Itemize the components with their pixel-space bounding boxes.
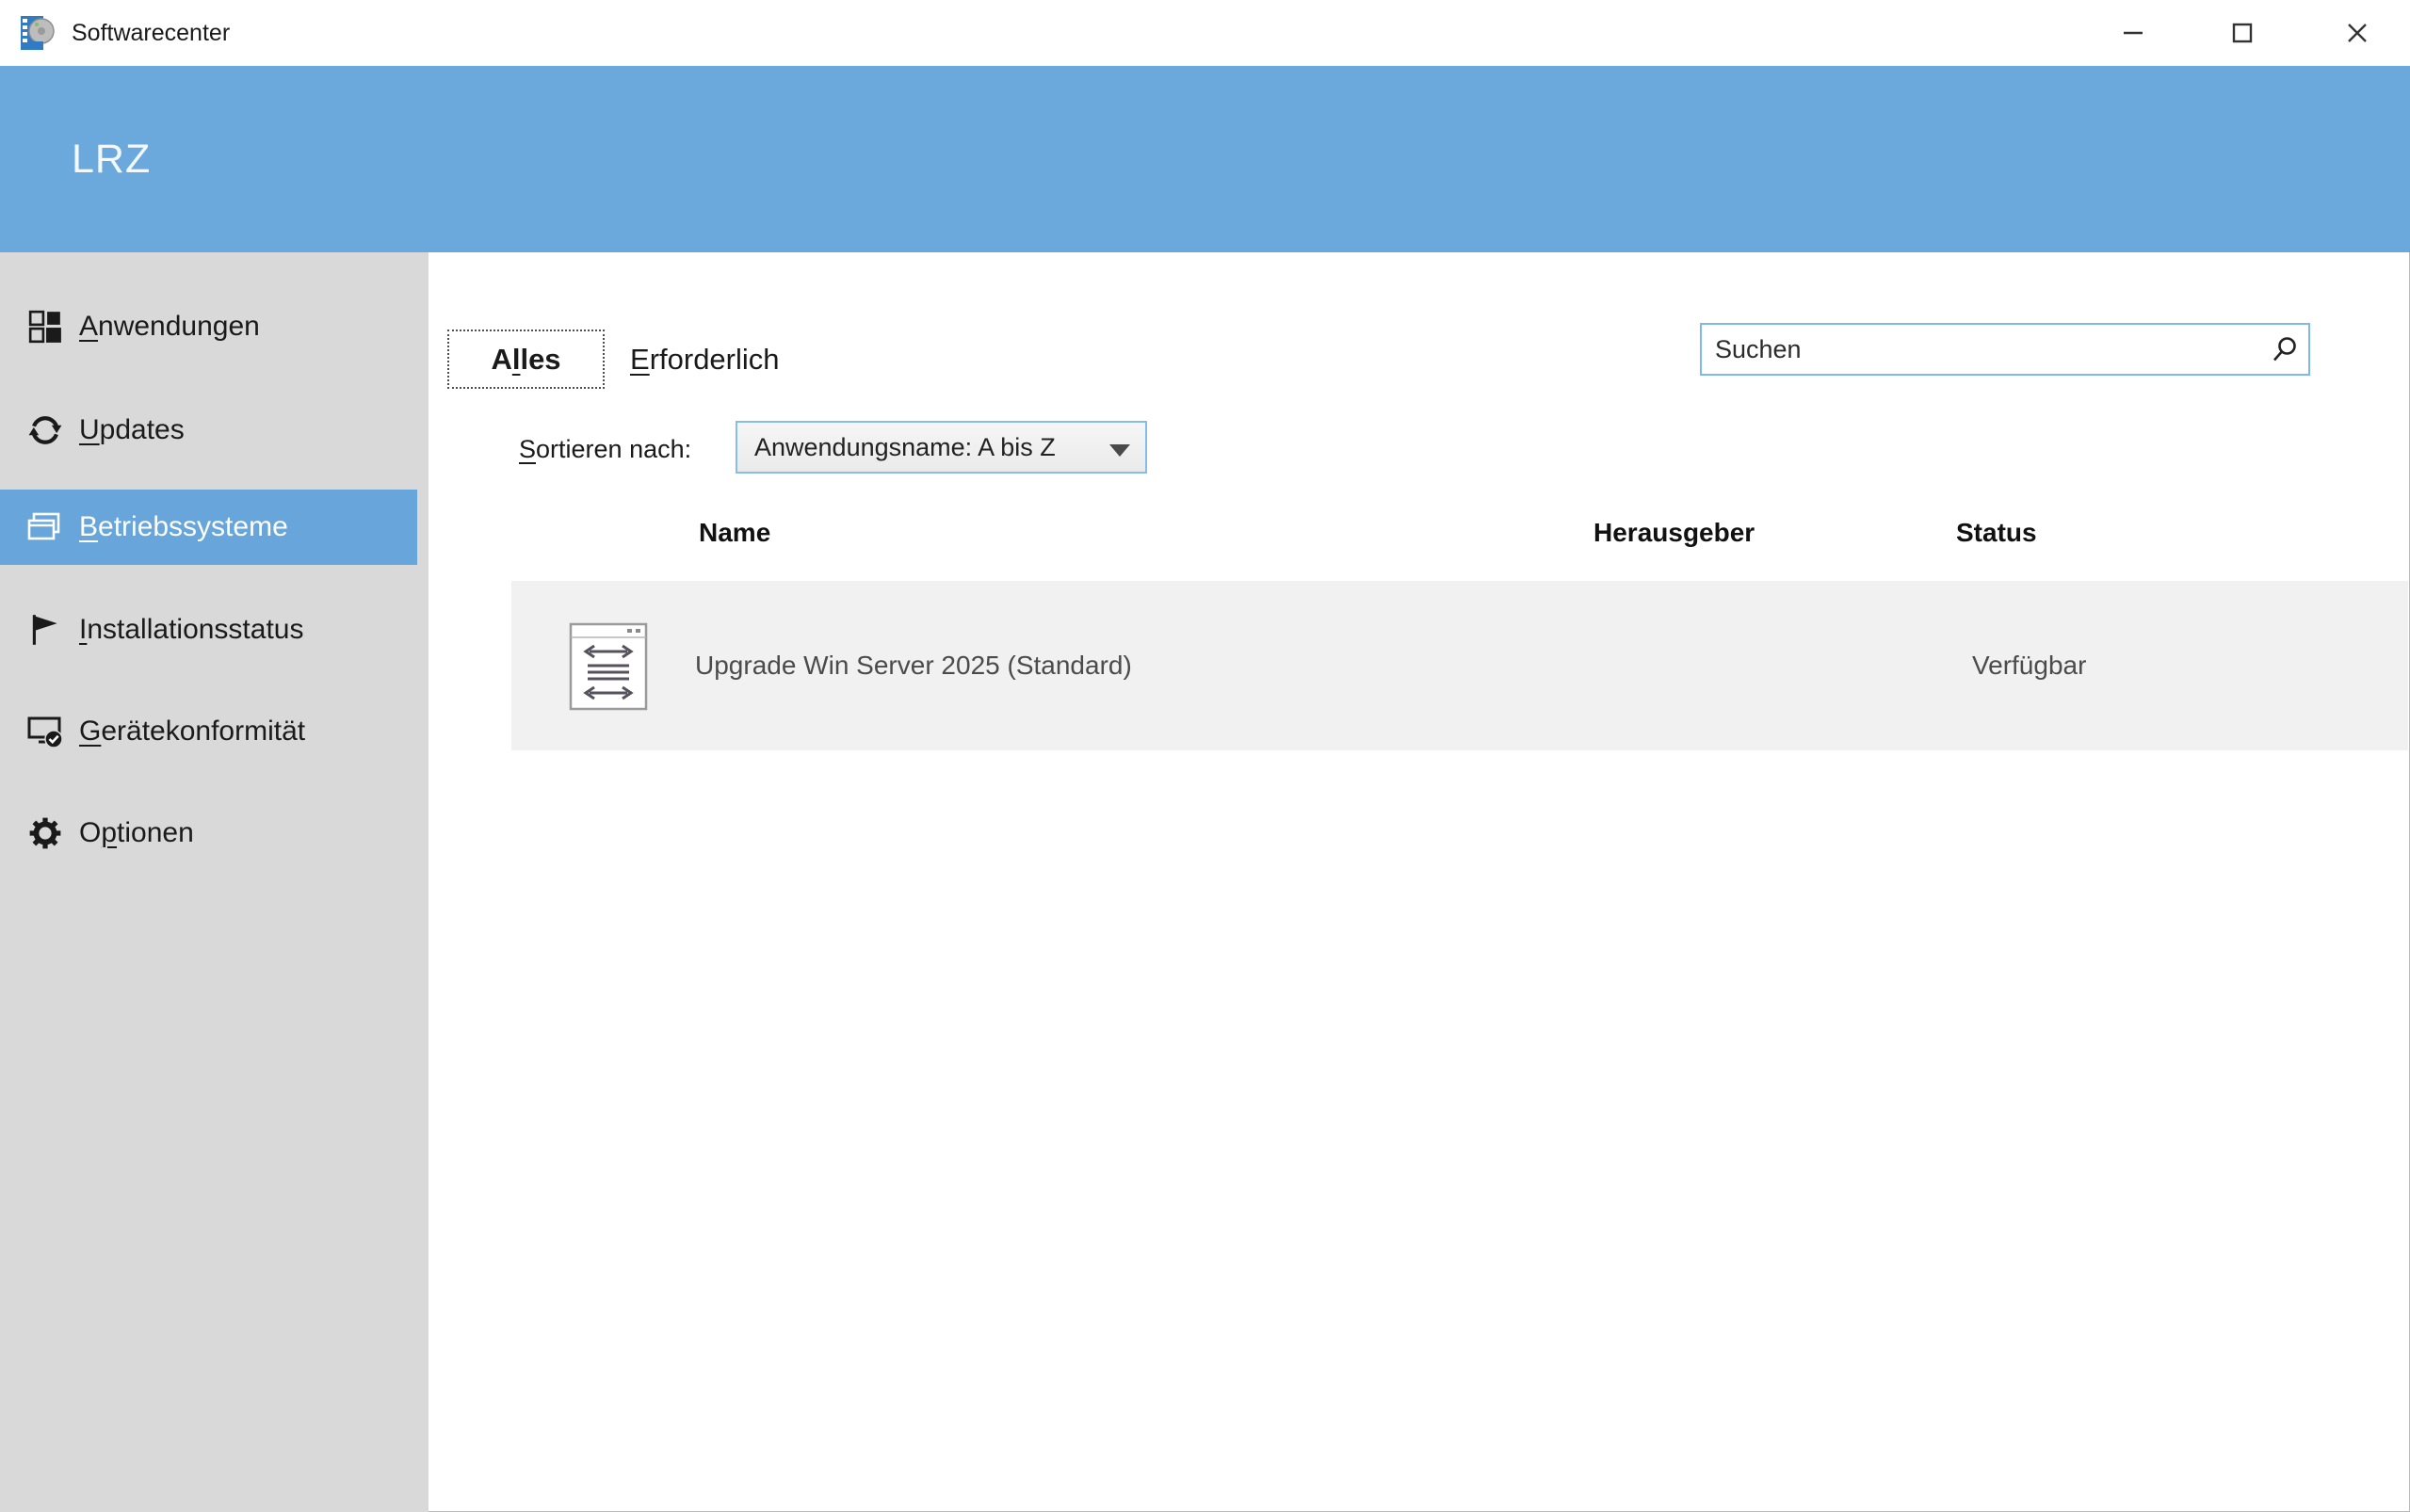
sidebar-item-label: Updates — [79, 414, 185, 446]
sidebar-item-betriebssysteme[interactable]: Betriebssysteme — [0, 490, 417, 565]
operating-systems-icon — [26, 508, 64, 546]
search-icon — [2271, 335, 2299, 363]
table-row-upgrade-win-server-2025[interactable]: Upgrade Win Server 2025 (Standard) Verfü… — [511, 581, 2408, 750]
flag-icon — [26, 611, 64, 649]
maximize-icon — [2228, 19, 2256, 47]
gear-icon — [26, 814, 64, 852]
sidebar-item-label: Optionen — [79, 817, 194, 849]
sidebar: Anwendungen Updates Betriebssysteme — [0, 252, 429, 1512]
sort-dropdown-value: Anwendungsname: A bis Z — [754, 433, 1056, 462]
minimize-icon — [2119, 19, 2147, 47]
minimize-button[interactable] — [2111, 11, 2155, 55]
brand-banner: LRZ — [0, 66, 2410, 252]
sidebar-item-label: Installationsstatus — [79, 614, 303, 646]
maximize-button[interactable] — [2221, 11, 2264, 55]
row-status: Verfügbar — [1972, 581, 2086, 750]
brand-text: LRZ — [72, 66, 151, 252]
softwarecenter-app-icon — [19, 14, 57, 52]
column-header-herausgeber[interactable]: Herausgeber — [1593, 518, 1755, 548]
sidebar-item-updates[interactable]: Updates — [0, 393, 429, 468]
sync-icon — [26, 411, 64, 449]
close-button[interactable] — [2336, 11, 2379, 55]
sort-by-label: Sortieren nach: — [519, 423, 691, 475]
column-header-name[interactable]: Name — [699, 518, 770, 548]
chevron-down-icon — [1109, 444, 1130, 457]
search-box — [1700, 323, 2310, 376]
device-compliance-icon — [26, 713, 64, 750]
tab-erforderlich[interactable]: Erforderlich — [623, 330, 811, 389]
close-icon — [2343, 19, 2371, 47]
window-title: Softwarecenter — [72, 0, 230, 66]
application-package-icon — [569, 622, 648, 711]
titlebar: Softwarecenter — [0, 0, 2410, 66]
tab-alles[interactable]: Alles — [447, 330, 605, 389]
sidebar-item-installationsstatus[interactable]: Installationsstatus — [0, 592, 429, 668]
apps-grid-icon — [26, 308, 64, 346]
sidebar-item-anwendungen[interactable]: Anwendungen — [0, 289, 429, 364]
sidebar-item-optionen[interactable]: Optionen — [0, 796, 429, 871]
sidebar-item-label: Anwendungen — [79, 311, 260, 343]
sidebar-item-label: Betriebssysteme — [79, 511, 288, 543]
sort-dropdown[interactable]: Anwendungsname: A bis Z — [736, 421, 1147, 474]
search-input[interactable] — [1702, 325, 2280, 374]
column-header-status[interactable]: Status — [1956, 518, 2037, 548]
row-name: Upgrade Win Server 2025 (Standard) — [695, 581, 1132, 750]
sidebar-item-geraetekonformitaet[interactable]: Gerätekonformität — [0, 694, 429, 769]
sidebar-item-label: Gerätekonformität — [79, 716, 305, 748]
